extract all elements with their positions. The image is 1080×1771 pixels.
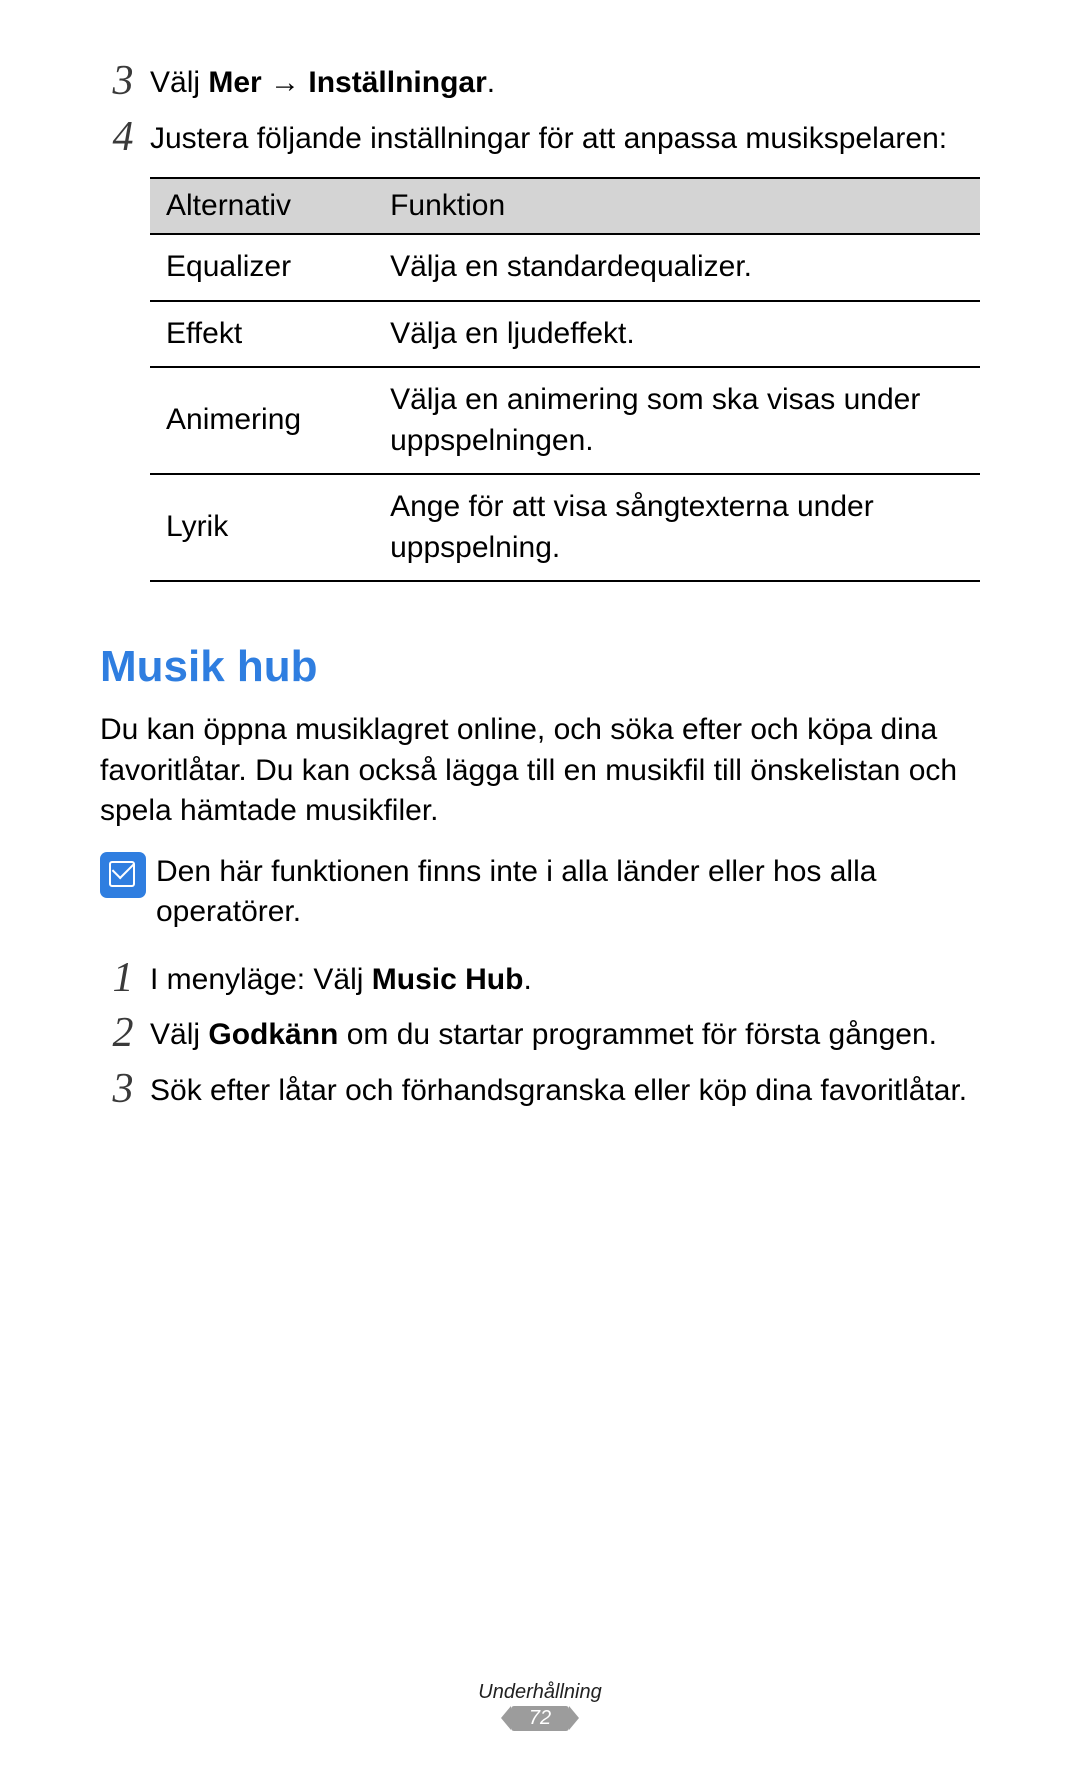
step-number: 3 <box>100 1068 146 1110</box>
note-text: Den här funktionen finns inte i alla län… <box>156 852 980 933</box>
section-title: Musik hub <box>100 642 980 692</box>
footer-category: Underhållning <box>0 1681 1080 1704</box>
table-row: LyrikAnge för att visa sångtexterna unde… <box>150 474 980 581</box>
document-page: 3Välj Mer → Inställningar.4Justera följa… <box>0 0 1080 1771</box>
note-icon <box>100 852 146 898</box>
note-block: Den här funktionen finns inte i alla län… <box>100 852 980 933</box>
table-row: AnimeringVälja en animering som ska visa… <box>150 367 980 474</box>
step-item: 2Välj Godkänn om du startar programmet f… <box>100 1012 980 1056</box>
table-row: EqualizerVälja en standardequalizer. <box>150 234 980 301</box>
table-cell-function: Välja en animering som ska visas under u… <box>374 367 980 474</box>
table-cell-function: Välja en ljudeffekt. <box>374 301 980 368</box>
step-number: 1 <box>100 957 146 999</box>
options-table: Alternativ Funktion EqualizerVälja en st… <box>150 177 980 582</box>
table-cell-function: Välja en standardequalizer. <box>374 234 980 301</box>
section-intro: Du kan öppna musiklagret online, och sök… <box>100 710 980 832</box>
step-text: I menyläge: Välj Music Hub. <box>150 957 980 1001</box>
table-cell-option: Lyrik <box>150 474 374 581</box>
step-text: Välj Mer → Inställningar. <box>150 60 980 104</box>
step-number: 2 <box>100 1012 146 1054</box>
step-text: Justera följande inställningar för att a… <box>150 116 980 160</box>
table-cell-option: Effekt <box>150 301 374 368</box>
step-text: Välj Godkänn om du startar programmet fö… <box>150 1012 980 1056</box>
table-row: EffektVälja en ljudeffekt. <box>150 301 980 368</box>
step-item: 3Välj Mer → Inställningar. <box>100 60 980 104</box>
step-item: 4Justera följande inställningar för att … <box>100 116 980 160</box>
step-item: 3Sök efter låtar och förhandsgranska ell… <box>100 1068 980 1112</box>
table-cell-option: Equalizer <box>150 234 374 301</box>
table-header-option: Alternativ <box>150 178 374 234</box>
table-header-function: Funktion <box>374 178 980 234</box>
page-footer: Underhållning 72 <box>0 1681 1080 1731</box>
step-text: Sök efter låtar och förhandsgranska elle… <box>150 1068 980 1112</box>
page-number-badge: 72 <box>511 1706 569 1731</box>
table-cell-function: Ange för att visa sångtexterna under upp… <box>374 474 980 581</box>
step-item: 1I menyläge: Välj Music Hub. <box>100 957 980 1001</box>
table-cell-option: Animering <box>150 367 374 474</box>
step-number: 3 <box>100 60 146 102</box>
step-number: 4 <box>100 116 146 158</box>
